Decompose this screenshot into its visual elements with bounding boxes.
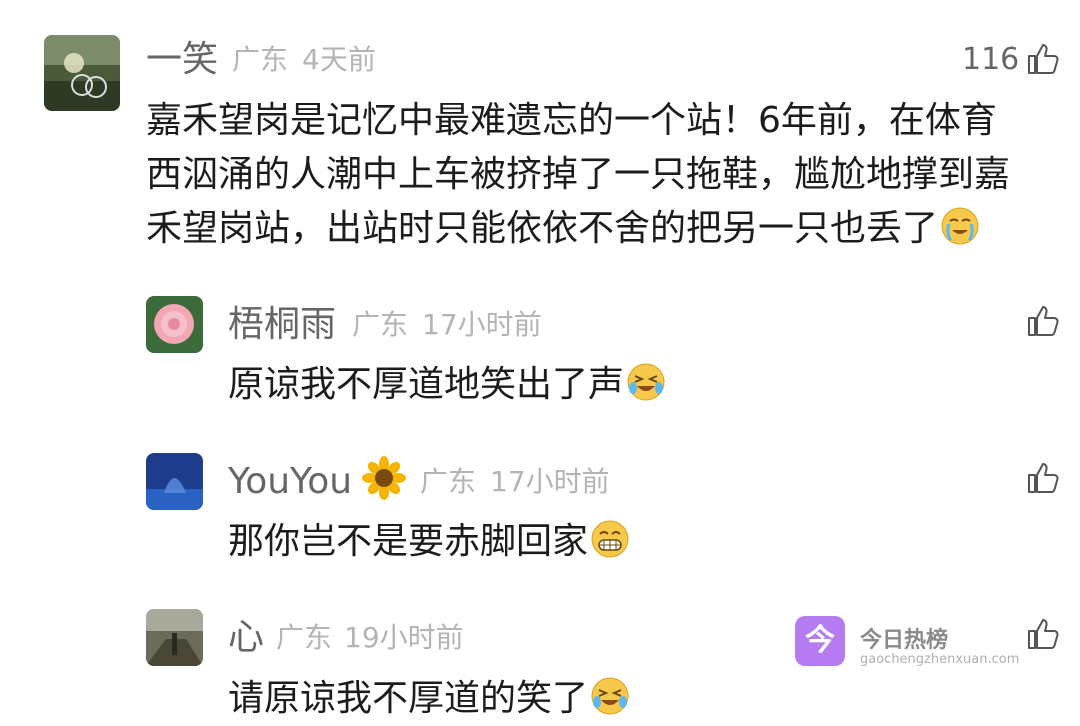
watermark-logo-char: 今 [805,623,835,658]
reply-2-text-content: 那你岂不是要赤脚回家 [228,521,589,562]
watermark-title: 今日热榜 [860,628,949,653]
reply-3-time: 19小时前 [344,621,464,654]
reply-2-location: 广东 [420,465,477,498]
thumbs-up-icon[interactable] [1026,461,1060,495]
laughing-crying-emoji-icon [591,677,629,715]
reply-1-text-content: 原谅我不厚道地笑出了声 [228,364,625,405]
reply-2-time: 17小时前 [490,465,610,498]
sunflower-icon [362,456,406,500]
comment-meta-time: 4天前 [302,43,376,76]
comment-text-line-2: 西泅涌的人潮中上车被挤掉了一只拖鞋，尴尬地撑到嘉 [146,154,1011,195]
watermark-url: gaochengzhenxuan.com [860,652,1020,667]
reply-1-location: 广东 [352,308,409,341]
reply-1-author[interactable]: 梧桐雨 [228,307,336,343]
reply-2-text: 那你岂不是要赤脚回家 [228,515,630,569]
comment-meta-location: 广东 [232,43,289,76]
laughing-crying-emoji-icon [627,363,665,401]
reply-3-author[interactable]: 心 [228,620,264,656]
grinning-emoji-icon [591,520,629,558]
reply-3-location: 广东 [276,621,333,654]
author-name[interactable]: 一笑 [146,42,218,78]
crying-laugh-emoji-icon [941,207,979,245]
comment-text-line-3-content: 禾望岗站，出站时只能依依不舍的把另一只也丢了 [146,208,939,249]
thumbs-up-icon[interactable] [1026,304,1060,338]
thumbs-up-icon[interactable] [1026,42,1060,76]
avatar-reply-2[interactable] [146,453,203,510]
reply-2-author[interactable]: YouYou [228,464,352,500]
reply-3-text: 请原谅我不厚道的笑了 [228,672,630,726]
like-count: 116 [962,42,1020,77]
reply-3-text-content: 请原谅我不厚道的笑了 [228,678,589,719]
avatar-reply-1[interactable] [146,296,203,353]
comment-text-line-3: 禾望岗站，出站时只能依依不舍的把另一只也丢了 [146,202,980,256]
reply-1-text: 原谅我不厚道地笑出了声 [228,358,666,412]
avatar-reply-3[interactable] [146,609,203,666]
reply-2-author-name: YouYou [228,461,353,502]
thumbs-up-icon[interactable] [1026,617,1060,651]
avatar-main-comment[interactable] [44,35,120,111]
watermark-logo: 今 [795,616,845,666]
comment-text-line-1: 嘉禾望岗是记忆中最难遗忘的一个站！6年前，在体育 [146,100,997,141]
reply-1-time: 17小时前 [422,308,542,341]
